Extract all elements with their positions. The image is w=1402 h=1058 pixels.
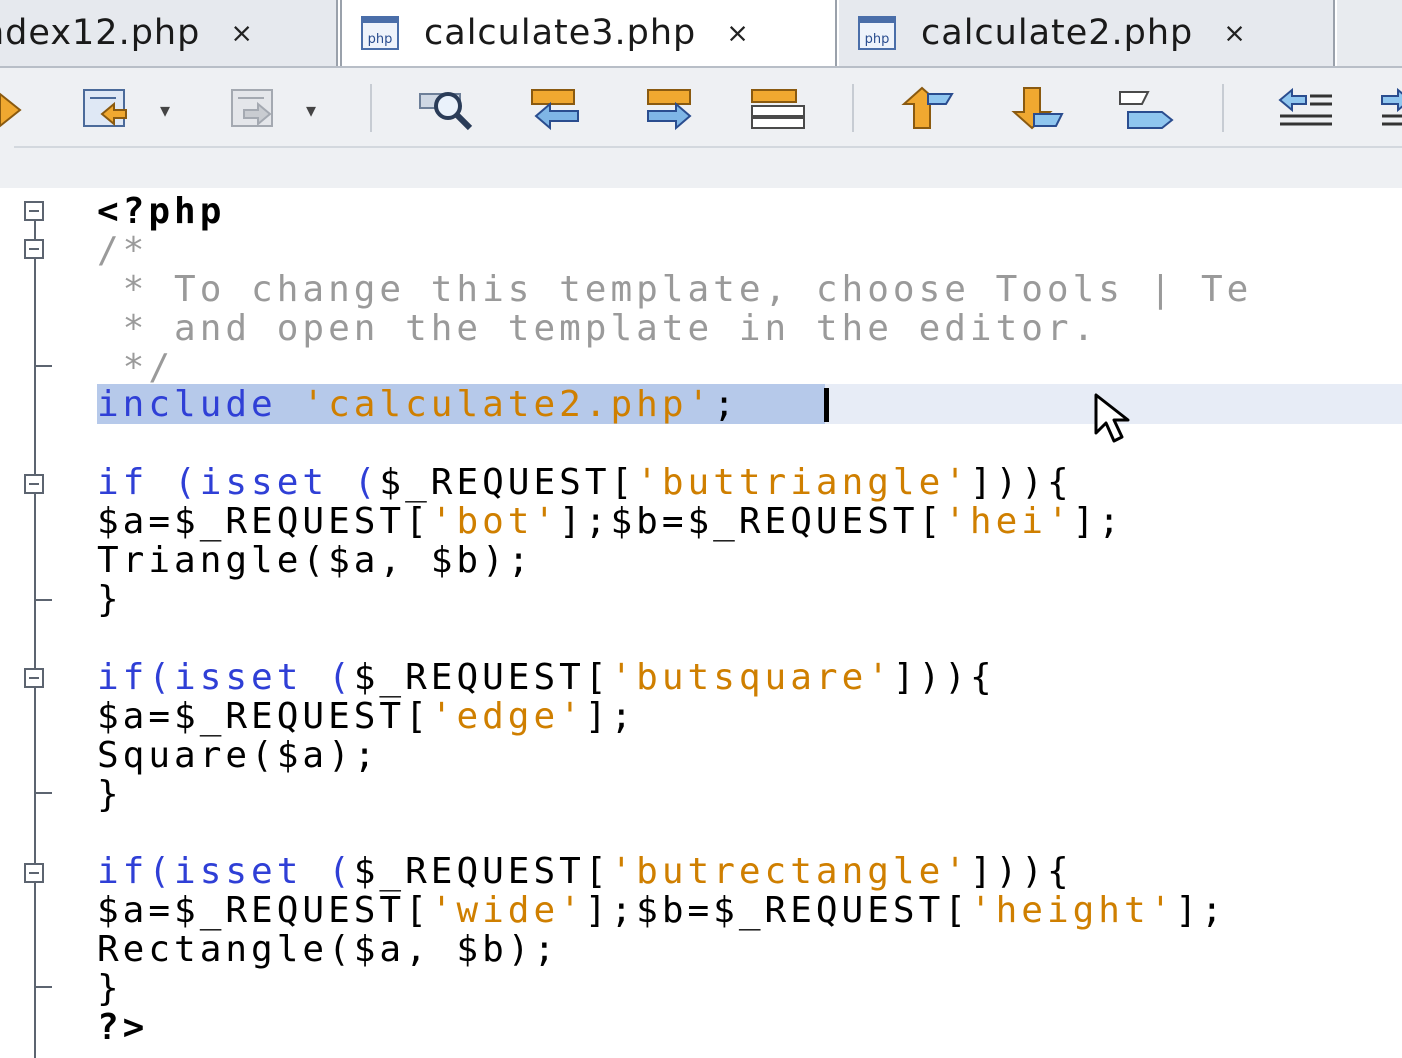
fold-toggle-icon[interactable]: [24, 239, 44, 259]
find-next-icon[interactable]: [638, 84, 698, 136]
code-line-5: */: [97, 347, 175, 388]
fold-toggle-icon[interactable]: [24, 863, 44, 883]
tab-index12[interactable]: ndex12.php ×: [0, 0, 338, 66]
toolbar-divider: [14, 146, 1402, 148]
code-line-18: if(isset ($_REQUEST['butrectangle'])){: [97, 853, 1073, 891]
tab-label: calculate2.php: [921, 13, 1194, 53]
string-literal: 'butsquare': [610, 657, 893, 698]
close-tab-icon[interactable]: ×: [230, 18, 253, 49]
find-icon[interactable]: [418, 84, 478, 136]
string-literal: 'wide': [430, 890, 585, 931]
close-tab-icon[interactable]: ×: [1223, 18, 1246, 49]
shift-right-icon[interactable]: [1378, 84, 1402, 136]
code-line-20: Rectangle($a, $b);: [97, 929, 560, 970]
editor-tab-bar: ndex12.php × php calculate3.php × php ca…: [0, 0, 1402, 66]
php-file-icon: php: [360, 15, 400, 51]
code-line-10: Triangle($a, $b);: [97, 540, 534, 581]
fold-toggle-icon[interactable]: [24, 201, 44, 221]
svg-text:php: php: [865, 32, 890, 47]
tab-bar-filler: [1337, 0, 1402, 66]
code-line-3: * To change this template, choose Tools …: [97, 269, 1253, 310]
editor-toolbar: [0, 66, 1402, 190]
string-literal: 'butrectangle': [610, 851, 970, 892]
string-literal: 'edge': [430, 696, 585, 737]
last-edit-icon[interactable]: [80, 84, 140, 136]
mouse-pointer-icon: [1092, 393, 1136, 449]
code-line-13: if(isset ($_REQUEST['butsquare'])){: [97, 659, 996, 697]
tab-calculate2[interactable]: php calculate2.php ×: [839, 0, 1335, 66]
string-literal: 'calculate2.php': [302, 384, 714, 425]
code-text: ];: [1072, 501, 1124, 542]
code-text: $_REQUEST[: [353, 851, 611, 892]
code-line-14: $a=$_REQUEST['edge'];: [97, 698, 636, 736]
string-literal: 'height': [969, 890, 1176, 931]
fold-end-marker: [34, 365, 52, 367]
code-line-22: ?>: [97, 1009, 148, 1047]
code-text: $a=$_REQUEST[: [97, 501, 431, 542]
keyword: include: [97, 384, 277, 425]
string-literal: 'buttriangle': [636, 462, 970, 503]
previous-bookmark-icon[interactable]: [898, 84, 958, 136]
code-line-1: <?php: [97, 193, 225, 231]
string-literal: 'hei': [944, 501, 1073, 542]
fold-end-marker: [34, 599, 52, 601]
php-close-tag: ?>: [97, 1007, 149, 1048]
code-text: ;: [713, 384, 739, 425]
find-previous-icon[interactable]: [528, 84, 588, 136]
php-file-icon: php: [857, 15, 897, 51]
toolbar-separator: [852, 84, 854, 132]
code-line-15: Square($a);: [97, 735, 380, 776]
fold-toggle-icon[interactable]: [24, 474, 44, 494]
code-text: $_REQUEST[: [353, 657, 611, 698]
code-text: ])){: [969, 462, 1073, 503]
next-bookmark-icon[interactable]: [1008, 84, 1068, 136]
code-line-8: if (isset ($_REQUEST['buttriangle'])){: [97, 464, 1073, 502]
code-text: ];: [584, 696, 637, 737]
string-literal: 'bot': [430, 501, 560, 542]
tab-label: calculate3.php: [424, 13, 697, 53]
keyword: if(isset (: [97, 851, 354, 892]
code-text: $_REQUEST[: [379, 462, 637, 503]
code-line-21: }: [97, 968, 123, 1009]
close-tab-icon[interactable]: ×: [726, 18, 749, 49]
code-text: ];: [1175, 890, 1227, 931]
tab-calculate3[interactable]: php calculate3.php ×: [340, 0, 837, 66]
forward-icon[interactable]: [228, 84, 288, 136]
fold-end-marker: [34, 986, 52, 988]
code-text: ];$b=$_REQUEST[: [584, 890, 970, 931]
code-line-4: * and open the template in the editor.: [97, 308, 1099, 349]
code-text: $a=$_REQUEST[: [97, 696, 431, 737]
code-line-6: include 'calculate2.php';: [97, 386, 739, 424]
fold-toggle-icon[interactable]: [24, 668, 44, 688]
code-line-2: /*: [97, 230, 149, 271]
keyword: if(isset (: [97, 657, 354, 698]
tab-label: ndex12.php: [0, 13, 201, 53]
fold-guide-line: [34, 216, 36, 1058]
code-text: ])){: [892, 657, 996, 698]
svg-text:php: php: [368, 32, 393, 47]
keyword: if (isset (: [97, 462, 380, 503]
toggle-bookmark-icon[interactable]: [1114, 84, 1174, 136]
chevron-down-icon[interactable]: ▾: [306, 98, 316, 122]
code-text: ])){: [969, 851, 1073, 892]
back-arrow-icon[interactable]: [0, 84, 30, 136]
chevron-down-icon[interactable]: ▾: [160, 98, 170, 122]
code-line-19: $a=$_REQUEST['wide'];$b=$_REQUEST['heigh…: [97, 892, 1227, 930]
code-line-11: }: [97, 579, 123, 620]
shift-left-icon[interactable]: [1276, 84, 1336, 136]
text-caret: [824, 388, 829, 422]
code-line-9: $a=$_REQUEST['bot'];$b=$_REQUEST['hei'];: [97, 503, 1124, 541]
fold-end-marker: [34, 792, 52, 794]
toolbar-separator: [370, 84, 372, 132]
code-line-16: }: [97, 774, 123, 815]
code-text: $a=$_REQUEST[: [97, 890, 431, 931]
toolbar-separator: [1222, 84, 1224, 132]
code-text: ];$b=$_REQUEST[: [559, 501, 945, 542]
toggle-highlight-icon[interactable]: [748, 84, 808, 136]
php-open-tag: <?php: [97, 191, 226, 232]
